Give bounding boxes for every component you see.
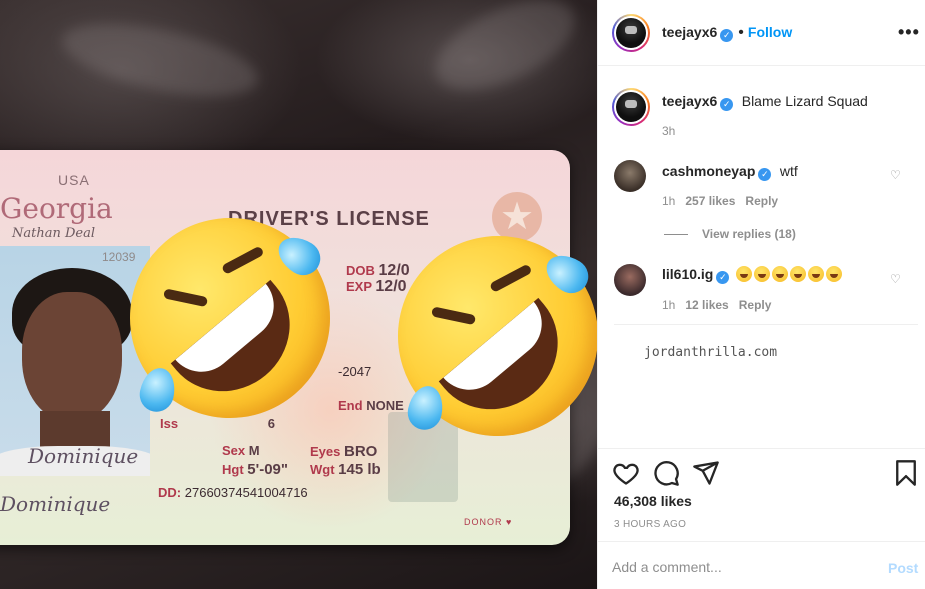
- author-username[interactable]: teejayx6: [662, 24, 717, 40]
- add-comment-row: Post: [598, 541, 925, 589]
- caption-text: Blame Lizard Squad: [741, 93, 868, 109]
- eyes-field: Eyes BRO: [310, 443, 378, 460]
- caption-time: 3h: [662, 124, 676, 138]
- comment-like-icon[interactable]: ♡: [890, 272, 901, 286]
- card-country: USA: [58, 172, 90, 188]
- card-photo-signature: Dominique: [28, 444, 139, 468]
- comment-text: wtf: [779, 163, 798, 179]
- reply-button[interactable]: Reply: [739, 298, 772, 312]
- grinning-squint-emoji-icon: [825, 266, 842, 282]
- grinning-squint-emoji-icon: [735, 266, 752, 282]
- grinning-squint-emoji-icon: [807, 266, 824, 282]
- comment-likes[interactable]: 12 likes: [685, 298, 728, 312]
- more-options-icon[interactable]: •••: [898, 22, 920, 43]
- comment-icon[interactable]: [652, 459, 680, 487]
- jacket-highlight: [422, 0, 588, 109]
- verified-badge-icon: ✓: [716, 271, 730, 284]
- grinning-squint-emoji-icon: [789, 266, 806, 282]
- comment-meta: 1h 12 likes Reply: [662, 298, 771, 312]
- heart-icon[interactable]: [612, 459, 640, 487]
- comment-line: cashmoneyap ✓ wtf: [662, 163, 798, 181]
- divider: [614, 324, 918, 325]
- caption-avatar[interactable]: [612, 88, 650, 126]
- likes-count[interactable]: 46,308 likes: [614, 493, 692, 509]
- verified-badge-icon: ✓: [720, 29, 734, 42]
- post-header: teejayx6 ✓ • Follow •••: [598, 0, 925, 66]
- grinning-squint-emoji-icon: [753, 266, 770, 282]
- comment-time: 1h: [662, 194, 676, 208]
- add-comment-input[interactable]: [612, 554, 862, 580]
- sex-field: Sex M: [222, 443, 260, 458]
- endorsement-field: End NONE: [338, 398, 404, 413]
- verified-badge-icon: ✓: [720, 98, 734, 111]
- card-governor-signature: Nathan Deal: [12, 226, 96, 241]
- post-button[interactable]: Post: [888, 560, 918, 576]
- comment-likes[interactable]: 257 likes: [685, 194, 735, 208]
- height-field: Hgt 5'-09": [222, 461, 288, 478]
- comment-avatar[interactable]: [614, 160, 646, 192]
- post-side-panel: teejayx6 ✓ • Follow ••• teejayx6 ✓ Blame Liz…: [597, 0, 925, 589]
- follow-button[interactable]: Follow: [748, 24, 792, 40]
- comment-username[interactable]: cashmoneyap: [662, 163, 755, 179]
- caption-line: teejayx6 ✓ Blame Lizard Squad: [662, 93, 868, 111]
- author-avatar[interactable]: [612, 14, 650, 52]
- verified-badge-icon: ✓: [758, 168, 772, 181]
- donor-label: DONOR ♥: [464, 517, 513, 527]
- share-icon[interactable]: [692, 459, 720, 487]
- comment-username[interactable]: lil610.ig: [662, 266, 713, 282]
- comment-meta: 1h 257 likes Reply: [662, 194, 778, 208]
- comment-time: 1h: [662, 298, 676, 312]
- comment-emoji-text: [734, 266, 842, 284]
- reply-button[interactable]: Reply: [745, 194, 778, 208]
- view-replies-button[interactable]: View replies (18): [664, 227, 796, 241]
- post-image[interactable]: USA Georgia DRIVER'S LICENSE ★ Nathan De…: [0, 0, 597, 589]
- caption-username[interactable]: teejayx6: [662, 93, 717, 109]
- post-actions: 46,308 likes 3 HOURS AGO Post: [598, 448, 925, 589]
- dd-field: DD: 27660374541004716: [158, 485, 308, 500]
- weight-field: Wgt 145 lb: [310, 461, 381, 478]
- card-state: Georgia: [0, 192, 113, 225]
- grinning-squint-emoji-icon: [771, 266, 788, 282]
- watermark-text: jordanthrilla.com: [644, 345, 778, 360]
- comment-like-icon[interactable]: ♡: [890, 168, 901, 182]
- bookmark-icon[interactable]: [892, 459, 920, 487]
- author-line: teejayx6 ✓ • Follow: [662, 24, 792, 42]
- posted-time[interactable]: 3 HOURS AGO: [614, 519, 686, 530]
- comment-line: lil610.ig ✓: [662, 266, 842, 284]
- comment-avatar[interactable]: [614, 264, 646, 296]
- card-signature: Dominique: [0, 492, 111, 516]
- separator-dot: •: [738, 24, 744, 41]
- jacket-highlight: [55, 9, 265, 111]
